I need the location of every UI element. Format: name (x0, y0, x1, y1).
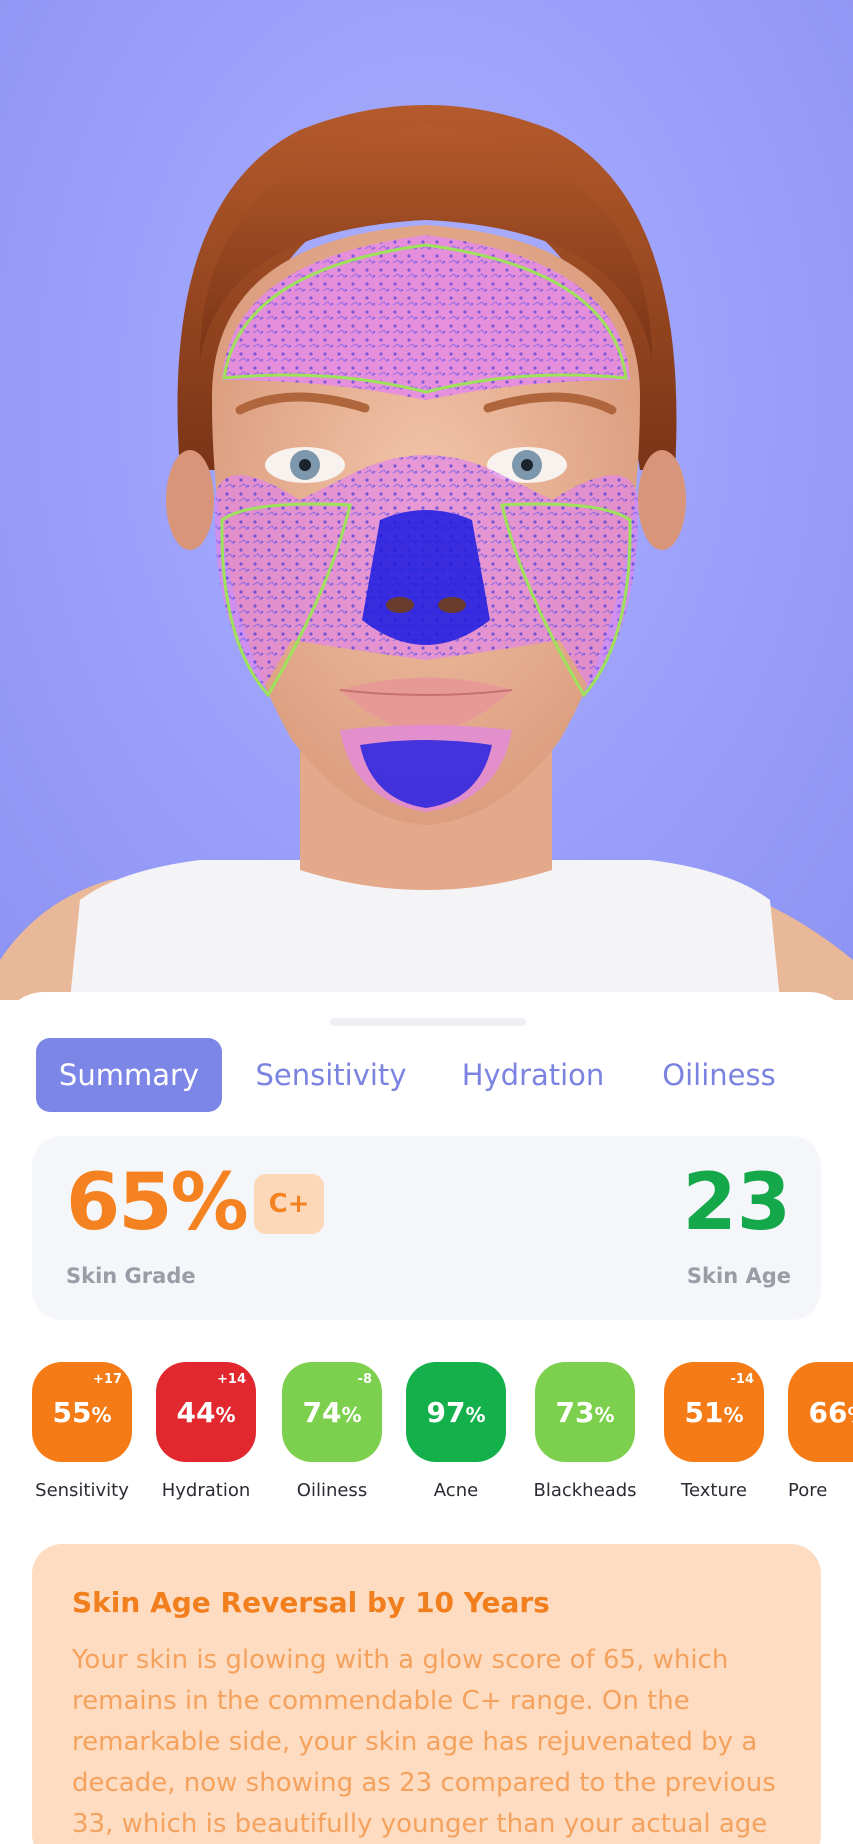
metric-unit: % (723, 1403, 744, 1427)
metric-value: 73 (555, 1395, 595, 1429)
metric-texture[interactable]: 51% -14 Texture (649, 1362, 779, 1502)
metric-label: Texture (681, 1480, 747, 1501)
metric-acne[interactable]: 97% Acne (391, 1362, 521, 1502)
metric-value: 44 (176, 1395, 216, 1429)
metric-label: Oiliness (296, 1480, 368, 1501)
metric-oiliness[interactable]: 74% -8 Oiliness (267, 1362, 397, 1502)
face-illustration (0, 105, 853, 1000)
insight-body: Your skin is glowing with a glow score o… (72, 1645, 776, 1839)
metric-delta: +17 (93, 1372, 122, 1387)
metric-chip: 44% +14 (156, 1362, 256, 1462)
skin-grade-value: 65% (66, 1158, 249, 1248)
metric-chip: 97% (406, 1362, 506, 1462)
metric-value: 66 (808, 1395, 848, 1429)
skin-grade-label: Skin Grade (66, 1264, 196, 1288)
face-analysis-photo (0, 0, 853, 1000)
metric-pore[interactable]: 66% Pore (773, 1362, 853, 1502)
tab-oiliness[interactable]: Oiliness (650, 1038, 788, 1112)
metric-delta: -8 (357, 1372, 372, 1387)
metric-list: 55% +17 Sensitivity 44% +14 Hydration 74… (0, 1362, 853, 1502)
metric-value: 74 (302, 1395, 342, 1429)
metric-blackheads[interactable]: 73% Blackheads (520, 1362, 650, 1502)
metric-chip: 74% -8 (282, 1362, 382, 1462)
metric-sensitivity[interactable]: 55% +17 Sensitivity (17, 1362, 147, 1502)
metric-label: Sensitivity (35, 1480, 129, 1501)
metric-hydration[interactable]: 44% +14 Hydration (141, 1362, 271, 1502)
metric-chip: 55% +17 (32, 1362, 132, 1462)
metric-label: Acne (433, 1480, 479, 1501)
metric-delta: -14 (730, 1372, 755, 1387)
skin-age-label: Skin Age (686, 1264, 791, 1288)
tab-sensitivity[interactable]: Sensitivity (248, 1038, 414, 1112)
tab-hydration[interactable]: Hydration (450, 1038, 616, 1112)
skin-grade-card: 65% C+ Skin Grade 23 Skin Age (32, 1136, 821, 1320)
insight-title: Skin Age Reversal by 10 Years (72, 1586, 550, 1619)
metric-label: Blackheads (533, 1480, 637, 1501)
metric-delta: +14 (217, 1372, 246, 1387)
insight-card: Skin Age Reversal by 10 Years Your skin … (32, 1544, 821, 1844)
sheet-drag-handle[interactable] (330, 1018, 526, 1026)
metric-unit: % (341, 1403, 362, 1427)
metric-unit: % (465, 1403, 486, 1427)
metric-unit: % (215, 1403, 236, 1427)
metric-unit: % (91, 1403, 112, 1427)
metric-unit: % (847, 1403, 853, 1427)
metric-value: 55 (52, 1395, 92, 1429)
tab-summary[interactable]: Summary (36, 1038, 222, 1112)
metric-value: 97 (426, 1395, 466, 1429)
metric-chip: 66% (788, 1362, 853, 1462)
tab-bar: Summary Sensitivity Hydration Oiliness (0, 1038, 853, 1112)
metric-label: Hydration (161, 1480, 251, 1501)
metric-unit: % (594, 1403, 615, 1427)
metric-chip: 73% (535, 1362, 635, 1462)
metric-value: 51 (684, 1395, 724, 1429)
metric-chip: 51% -14 (664, 1362, 764, 1462)
skin-age-value: 23 (682, 1158, 791, 1248)
metric-label: Pore (788, 1480, 828, 1501)
grade-letter-badge: C+ (254, 1174, 324, 1234)
analysis-sheet: Summary Sensitivity Hydration Oiliness 6… (0, 992, 853, 1844)
